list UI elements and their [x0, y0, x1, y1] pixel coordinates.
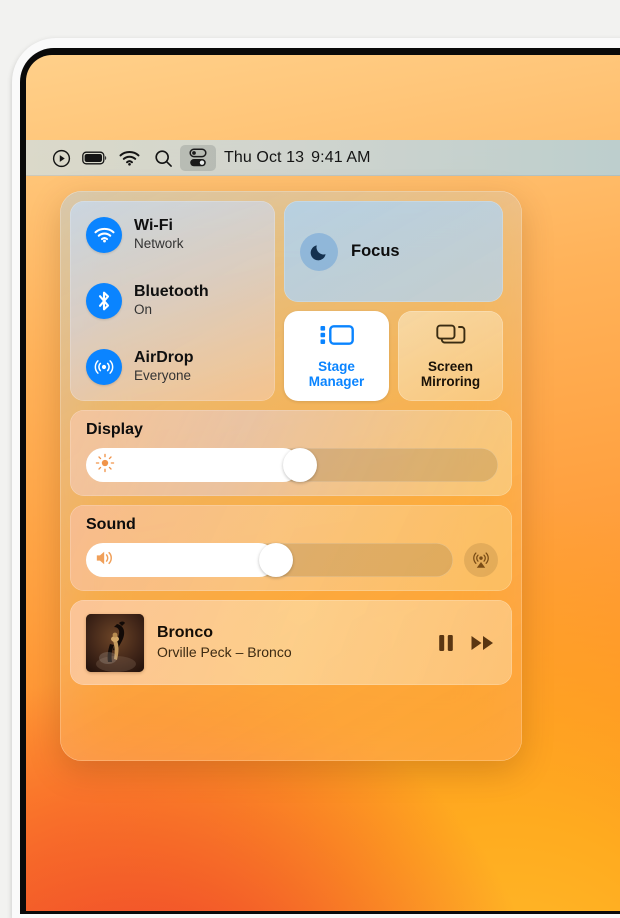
- airdrop-subtitle: Everyone: [134, 368, 192, 384]
- album-art[interactable]: [86, 613, 144, 672]
- screen-mirroring-tile[interactable]: Screen Mirroring: [398, 311, 503, 401]
- bluetooth-control[interactable]: Bluetooth On: [86, 283, 275, 319]
- airdrop-title: AirDrop: [134, 349, 194, 367]
- brightness-slider-fill: [86, 448, 300, 482]
- sound-slider-line: [86, 543, 498, 577]
- focus-label: Focus: [351, 242, 400, 260]
- now-playing-title: Bronco: [157, 624, 213, 642]
- now-playing-subtitle: Orville Peck – Bronco: [157, 644, 292, 661]
- bluetooth-subtitle: On: [134, 302, 153, 318]
- display-slider-line: [86, 448, 498, 482]
- wifi-icon[interactable]: [112, 145, 146, 171]
- sound-module: Sound: [70, 505, 512, 591]
- wifi-title: Wi-Fi: [134, 217, 173, 235]
- volume-slider-knob[interactable]: [259, 543, 294, 577]
- play-circle-icon[interactable]: [44, 145, 78, 171]
- control-center-icon[interactable]: [180, 145, 216, 171]
- brightness-slider[interactable]: [86, 448, 498, 482]
- battery-icon[interactable]: [78, 145, 112, 171]
- sound-title: Sound: [86, 516, 136, 533]
- now-playing-controls: [437, 633, 496, 653]
- wifi-icon: [86, 217, 122, 253]
- airdrop-control[interactable]: AirDrop Everyone: [86, 349, 275, 385]
- airplay-audio-icon[interactable]: [464, 543, 498, 577]
- now-playing-text: Bronco Orville Peck – Bronco: [157, 623, 424, 661]
- display-title: Display: [86, 421, 143, 438]
- bluetooth-icon: [86, 283, 122, 319]
- screen: Thu Oct 13 9:41 AM Wi-Fi Network Bluetoo…: [26, 55, 620, 911]
- right-column: Focus Stage Manager Screen Mirroring: [284, 201, 503, 401]
- wifi-subtitle: Network: [134, 236, 184, 252]
- now-playing-module: Bronco Orville Peck – Bronco: [70, 600, 512, 685]
- control-center-panel: Wi-Fi Network Bluetooth On AirDrop Every…: [60, 191, 522, 761]
- brightness-slider-knob[interactable]: [282, 448, 317, 482]
- wifi-control[interactable]: Wi-Fi Network: [86, 217, 275, 253]
- search-icon[interactable]: [146, 145, 180, 171]
- focus-control[interactable]: Focus: [284, 201, 503, 302]
- display-module: Display: [70, 410, 512, 496]
- bluetooth-title: Bluetooth: [134, 283, 209, 301]
- menu-bar: Thu Oct 13 9:41 AM: [26, 140, 620, 176]
- menubar-time: 9:41 AM: [311, 149, 371, 166]
- screen-mirroring-icon: [435, 323, 466, 352]
- stage-manager-tile[interactable]: Stage Manager: [284, 311, 389, 401]
- connectivity-module: Wi-Fi Network Bluetooth On AirDrop Every…: [70, 201, 275, 401]
- tiles-row: Stage Manager Screen Mirroring: [284, 311, 503, 401]
- control-center-top-row: Wi-Fi Network Bluetooth On AirDrop Every…: [70, 201, 512, 401]
- menubar-date: Thu Oct 13: [224, 149, 305, 166]
- screen-mirroring-label: Screen Mirroring: [420, 358, 481, 389]
- volume-slider[interactable]: [86, 543, 453, 577]
- fast-forward-icon[interactable]: [470, 633, 496, 653]
- menubar-clock[interactable]: Thu Oct 13 9:41 AM: [224, 149, 371, 167]
- volume-slider-fill: [86, 543, 277, 577]
- brightness-sun-icon: [95, 453, 115, 478]
- moon-icon: [300, 232, 338, 271]
- pause-icon[interactable]: [437, 633, 455, 653]
- speaker-wave-icon: [95, 548, 117, 573]
- airdrop-icon: [86, 349, 122, 385]
- stage-manager-icon: [320, 323, 354, 352]
- stage-manager-label: Stage Manager: [308, 358, 365, 389]
